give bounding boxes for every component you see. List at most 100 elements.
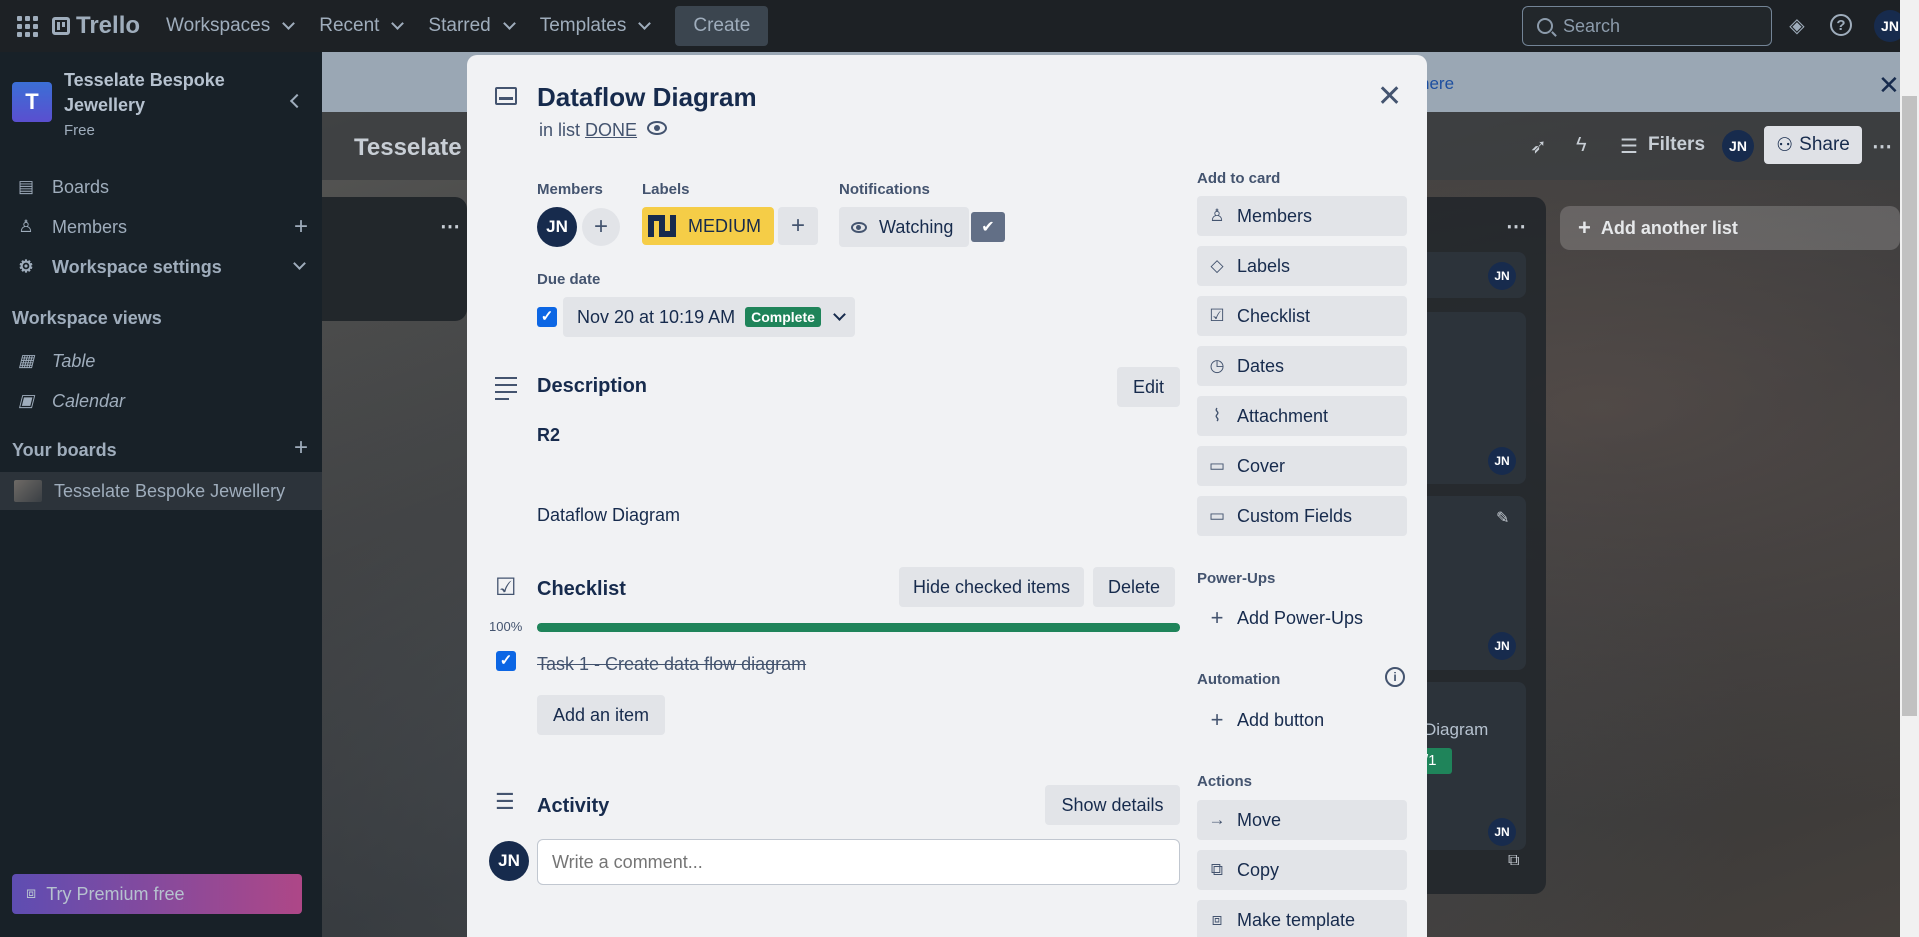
sidebar-item-label: Table: [52, 350, 96, 371]
share-label: Share: [1799, 134, 1850, 155]
board-menu-icon[interactable]: ⋯: [1872, 134, 1892, 159]
add-members-button[interactable]: ♙ Members: [1197, 196, 1407, 236]
board-thumbnail: [14, 480, 42, 502]
list-menu-icon[interactable]: ⋯: [440, 214, 460, 239]
automation-bolt-icon[interactable]: ϟ: [1576, 134, 1587, 157]
sidebar-board-item[interactable]: Tesselate Bespoke Jewellery: [0, 472, 322, 510]
button-label: Cover: [1237, 455, 1286, 476]
board-icon: ▤: [17, 177, 35, 196]
automation-heading: Automation: [1197, 671, 1281, 688]
plus-icon: +: [1210, 605, 1224, 630]
due-complete-checkbox[interactable]: ✓: [537, 307, 557, 327]
add-another-list-button[interactable]: + Add another list: [1560, 206, 1900, 250]
due-date-button[interactable]: Nov 20 at 10:19 AM Complete: [563, 297, 855, 337]
page-scrollbar-thumb[interactable]: [1902, 96, 1917, 716]
nav-label: Recent: [319, 15, 380, 36]
activity-title: Activity: [537, 795, 610, 817]
app-switcher-icon[interactable]: [16, 15, 38, 37]
create-button[interactable]: Create: [675, 6, 769, 46]
add-power-ups-button[interactable]: + Add Power-Ups: [1197, 598, 1407, 638]
card-title[interactable]: Dataflow Diagram: [537, 82, 757, 113]
list-menu-icon[interactable]: ⋯: [1506, 214, 1526, 239]
add-checklist-button[interactable]: ☑ Checklist: [1197, 296, 1407, 336]
button-label: Attachment: [1237, 405, 1329, 426]
filters-button[interactable]: Filters: [1648, 134, 1705, 156]
watching-check-icon[interactable]: ✔: [971, 212, 1005, 242]
close-icon[interactable]: ✕: [1377, 79, 1402, 114]
checklist-item-checkbox[interactable]: ✓: [496, 651, 516, 671]
nav-workspaces[interactable]: Workspaces: [166, 15, 296, 37]
workspace-views-heading: Workspace views: [12, 308, 162, 328]
nav-recent[interactable]: Recent: [319, 15, 405, 37]
watch-button[interactable]: Watching: [839, 207, 969, 247]
help-icon[interactable]: ?: [1830, 14, 1852, 36]
sidebar-item-boards[interactable]: ▤ Boards: [0, 168, 322, 206]
notifications-megaphone-icon[interactable]: ◈: [1785, 14, 1809, 38]
search-input[interactable]: Search: [1522, 6, 1772, 46]
card-template-icon[interactable]: ⧉: [1508, 852, 1519, 870]
table-icon: ▦: [17, 351, 35, 370]
checklist-icon: ☑: [495, 574, 517, 601]
add-custom-fields-button[interactable]: ▭ Custom Fields: [1197, 496, 1407, 536]
sidebar-item-label: Boards: [52, 176, 110, 197]
comment-input[interactable]: [537, 839, 1180, 885]
nav-templates[interactable]: Templates: [540, 15, 652, 37]
move-card-button[interactable]: → Move: [1197, 800, 1407, 840]
add-attachment-button[interactable]: ⌇ Attachment: [1197, 396, 1407, 436]
card-detail-modal: Dataflow Diagram in list DONE ✕ Members …: [467, 55, 1427, 937]
hide-checked-items-button[interactable]: Hide checked items: [899, 567, 1084, 607]
add-checklist-item-button[interactable]: Add an item: [537, 695, 665, 735]
card-member-avatar[interactable]: JN: [537, 207, 577, 247]
tag-icon: ◇: [1210, 256, 1224, 275]
button-label: Copy: [1237, 859, 1280, 880]
button-label: Add button: [1237, 709, 1325, 730]
add-dates-button[interactable]: ◷ Dates: [1197, 346, 1407, 386]
sidebar-item-table[interactable]: ▦ Table: [0, 342, 322, 380]
add-cover-button[interactable]: ▭ Cover: [1197, 446, 1407, 486]
add-member-button[interactable]: +: [582, 208, 620, 246]
label-medium-chip[interactable]: MEDIUM: [642, 207, 774, 245]
sidebar-item-members[interactable]: ♙ Members +: [0, 208, 322, 246]
delete-checklist-button[interactable]: Delete: [1093, 567, 1175, 607]
paperclip-icon: ⌇: [1212, 406, 1222, 425]
add-member-plus-icon[interactable]: +: [294, 213, 308, 241]
trello-logo[interactable]: Trello: [52, 12, 140, 40]
complete-badge: Complete: [745, 307, 821, 327]
banner-close-icon[interactable]: ✕: [1878, 70, 1900, 101]
nav-label: Workspaces: [166, 15, 271, 36]
make-template-button[interactable]: ⧈ Make template: [1197, 900, 1407, 937]
power-ups-rocket-icon[interactable]: ➶: [1530, 134, 1547, 159]
edit-description-button[interactable]: Edit: [1117, 367, 1180, 407]
card-title-snippet: Diagram: [1424, 720, 1489, 739]
copy-card-button[interactable]: ⧉ Copy: [1197, 850, 1407, 890]
trello-logo-icon: [52, 17, 70, 35]
add-board-plus-icon[interactable]: +: [294, 434, 308, 462]
person-icon: ♙: [18, 217, 34, 236]
custom-fields-icon: ▭: [1208, 506, 1226, 525]
nav-starred[interactable]: Starred: [428, 15, 516, 37]
add-to-card-heading: Add to card: [1197, 170, 1281, 187]
button-label: Checklist: [1237, 305, 1311, 326]
list-name-link[interactable]: DONE: [585, 120, 637, 140]
board-member-avatar[interactable]: JN: [1722, 130, 1754, 162]
workspace-header[interactable]: T Tesselate Bespoke Jewellery Free: [12, 68, 312, 139]
info-icon[interactable]: i: [1385, 667, 1405, 687]
share-button[interactable]: ⚇ Share: [1764, 126, 1862, 164]
add-label-button[interactable]: +: [778, 207, 818, 245]
edit-card-pencil-icon[interactable]: ✎: [1496, 508, 1509, 528]
sidebar-item-label: Members: [52, 216, 128, 237]
show-details-button[interactable]: Show details: [1045, 785, 1180, 825]
sidebar-item-workspace-settings[interactable]: ⚙ Workspace settings: [0, 248, 322, 286]
search-placeholder: Search: [1563, 15, 1621, 36]
add-labels-button[interactable]: ◇ Labels: [1197, 246, 1407, 286]
chevron-down-icon: [282, 17, 296, 30]
sidebar-item-calendar[interactable]: ▣ Calendar: [0, 382, 322, 420]
try-premium-button[interactable]: ⧈ Try Premium free: [12, 874, 302, 914]
board-title[interactable]: Tesselate B: [354, 134, 486, 162]
plus-icon: +: [1210, 707, 1224, 732]
filter-icon[interactable]: ☰: [1620, 134, 1638, 159]
add-automation-button[interactable]: + Add button: [1197, 700, 1407, 740]
collapse-sidebar-icon[interactable]: [289, 93, 305, 109]
button-label: Make template: [1237, 909, 1356, 930]
checklist-item-text[interactable]: Task 1 - Create data flow diagram: [537, 654, 806, 675]
